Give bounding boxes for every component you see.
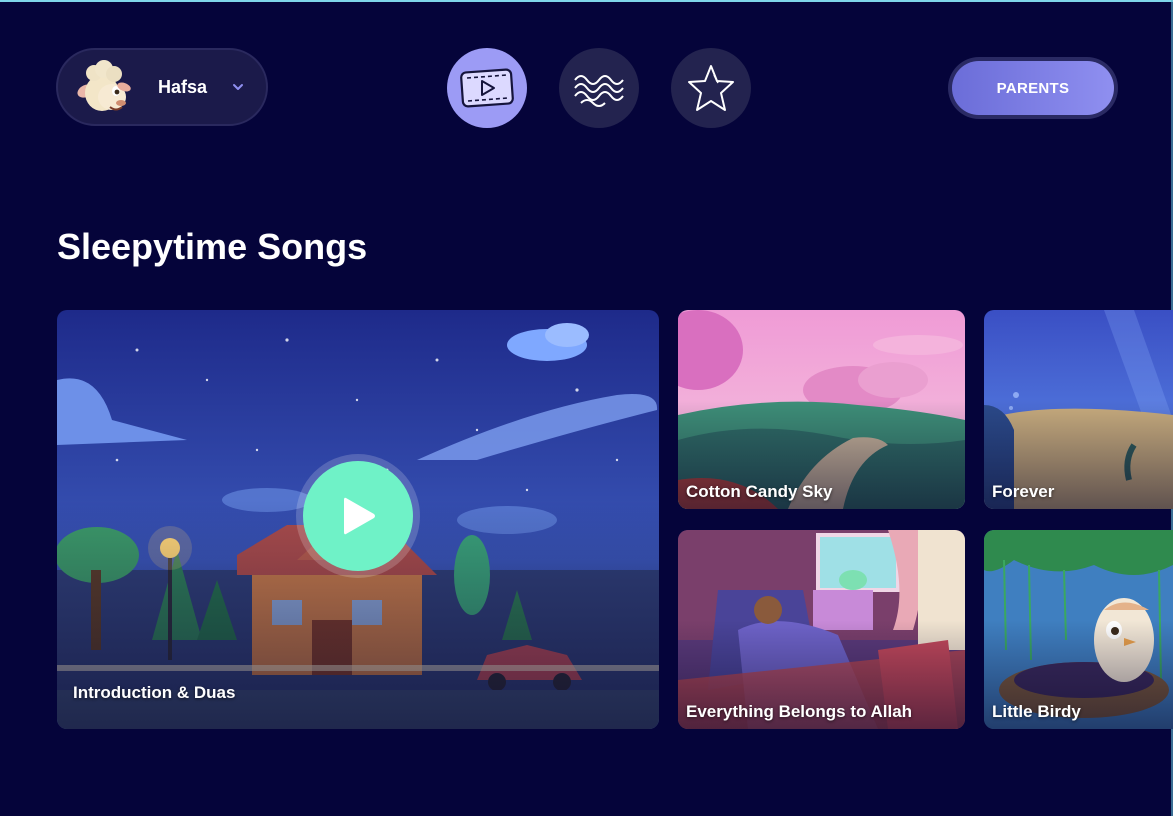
- lamb-avatar-icon: [77, 60, 131, 111]
- window-top-border: [0, 0, 1173, 2]
- card-title: Everything Belongs to Allah: [686, 702, 913, 721]
- profile-name: Hafsa: [158, 76, 208, 97]
- play-icon: [344, 497, 375, 535]
- card-title: Cotton Candy Sky: [686, 482, 833, 501]
- card-title: Introduction & Duas: [73, 683, 236, 702]
- play-button[interactable]: [296, 454, 420, 578]
- nav-sounds-button[interactable]: [559, 48, 639, 128]
- waves-icon: [574, 75, 624, 107]
- video-card-everything-belongs-to-allah[interactable]: Everything Belongs to Allah: [678, 530, 965, 729]
- nav-videos-button[interactable]: [447, 48, 527, 128]
- video-card-forever[interactable]: Forever: [984, 310, 1173, 509]
- parents-button[interactable]: PARENTS: [948, 57, 1118, 119]
- card-title: Little Birdy: [992, 702, 1081, 721]
- nav-favorites-button[interactable]: [671, 48, 751, 128]
- parents-button-label: PARENTS: [952, 61, 1114, 115]
- play-button-core: [303, 461, 413, 571]
- section-title: Sleepytime Songs: [57, 226, 368, 267]
- chevron-down-icon: [233, 84, 244, 90]
- video-card-cotton-candy-sky[interactable]: Cotton Candy Sky: [678, 310, 965, 509]
- profile-selector[interactable]: Hafsa: [56, 48, 268, 126]
- star-icon: [688, 65, 734, 111]
- video-card-little-birdy[interactable]: Little Birdy: [984, 530, 1173, 729]
- video-icon: [460, 68, 514, 108]
- card-title: Forever: [992, 482, 1055, 501]
